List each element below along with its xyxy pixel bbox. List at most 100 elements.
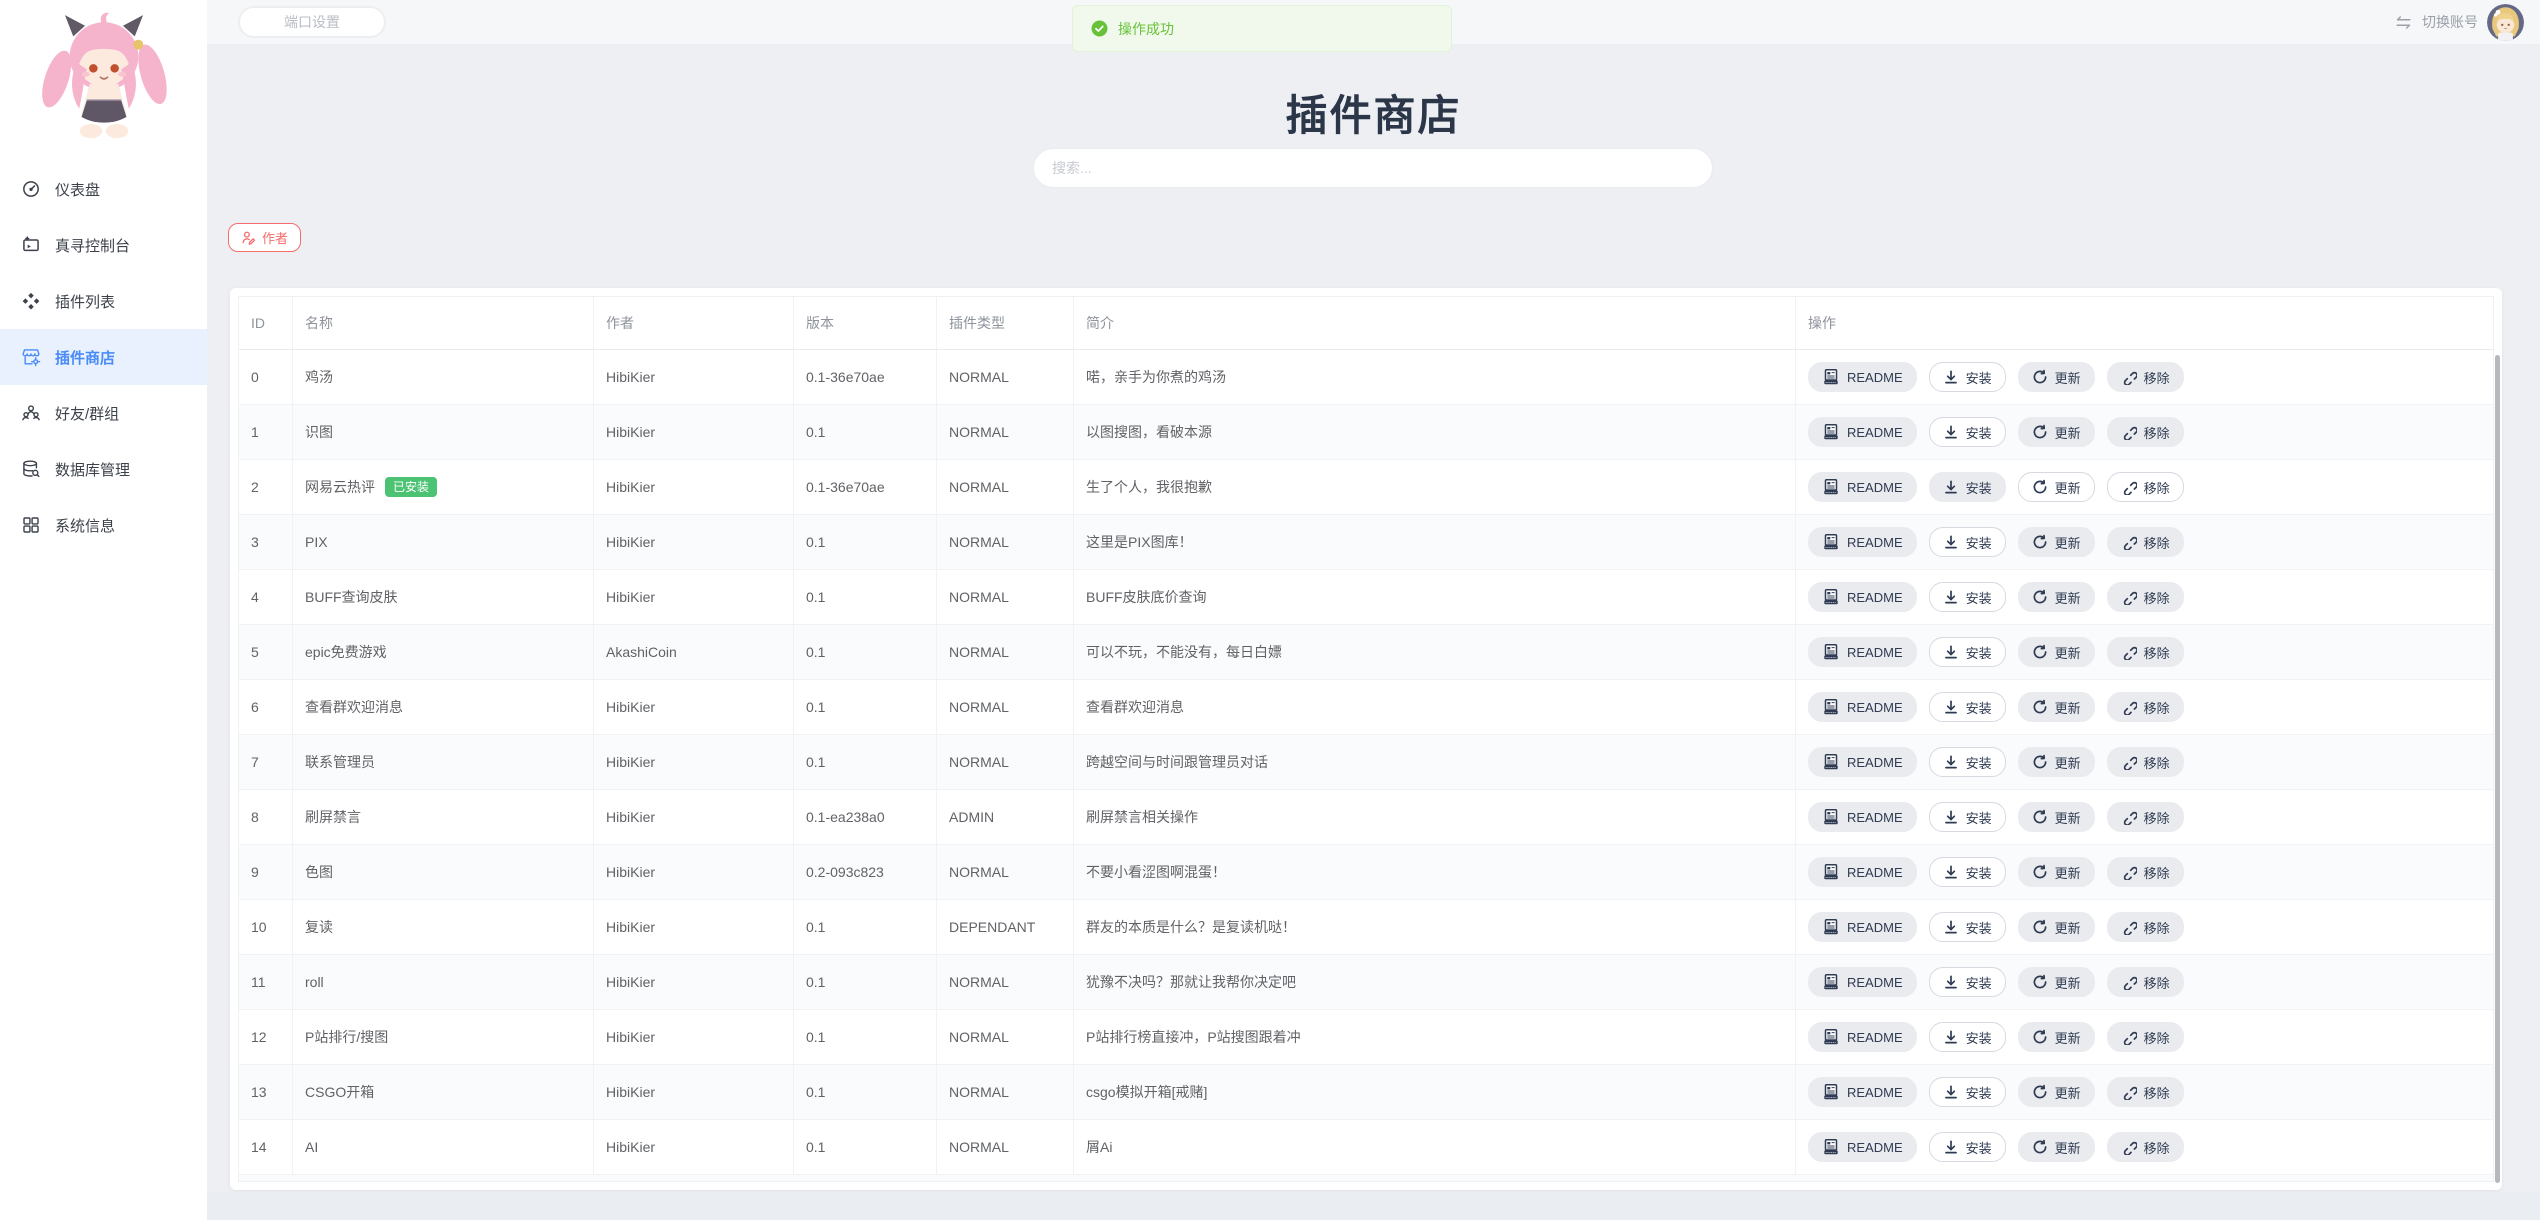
remove-button[interactable]: 移除 [2107, 362, 2184, 392]
readme-button[interactable]: README [1808, 472, 1917, 502]
cell-type: ADMIN [937, 790, 1074, 845]
remove-button[interactable]: 移除 [2107, 1022, 2184, 1052]
readme-button[interactable]: README [1808, 1022, 1917, 1052]
readme-button[interactable]: README [1808, 362, 1917, 392]
remove-button[interactable]: 移除 [2107, 1132, 2184, 1162]
update-button[interactable]: 更新 [2018, 967, 2095, 997]
update-button[interactable]: 更新 [2018, 637, 2095, 667]
readme-button[interactable]: README [1808, 802, 1917, 832]
remove-button[interactable]: 移除 [2107, 967, 2184, 997]
readme-button[interactable]: README [1808, 1132, 1917, 1162]
sidebar-item-system-info[interactable]: 系统信息 [0, 497, 207, 553]
install-button[interactable]: 安装 [1929, 362, 2006, 392]
install-button[interactable]: 安装 [1929, 912, 2006, 942]
cell-id: 4 [239, 570, 293, 625]
cell-name: P站排行/搜图 [293, 1010, 594, 1065]
search-input[interactable] [1033, 148, 1713, 188]
author-filter-button[interactable]: 作者 [228, 223, 301, 252]
sidebar-item-database[interactable]: 数据库管理 [0, 441, 207, 497]
remove-button[interactable]: 移除 [2107, 692, 2184, 722]
remove-button[interactable]: 移除 [2107, 1077, 2184, 1107]
readme-button[interactable]: README [1808, 637, 1917, 667]
remove-button[interactable]: 移除 [2107, 637, 2184, 667]
readme-label: README [1847, 1140, 1903, 1155]
cell-name: roll [293, 955, 594, 1010]
cell-id: 0 [239, 350, 293, 405]
install-button[interactable]: 安装 [1929, 967, 2006, 997]
update-button[interactable]: 更新 [2018, 582, 2095, 612]
plugin-name: 联系管理员 [305, 752, 375, 772]
logo-image [28, 8, 180, 150]
install-button[interactable]: 安装 [1929, 472, 2006, 502]
update-button[interactable]: 更新 [2018, 747, 2095, 777]
table-scrollbar[interactable] [2495, 355, 2500, 1183]
plugin-name: roll [305, 974, 324, 990]
readme-button[interactable]: README [1808, 857, 1917, 887]
remove-button[interactable]: 移除 [2107, 527, 2184, 557]
plugin-table-card: ID 名称 作者 版本 插件类型 简介 操作 0 鸡汤 HibiKier 0.1… [230, 288, 2502, 1190]
readme-button[interactable]: README [1808, 967, 1917, 997]
sidebar-item-dashboard[interactable]: 仪表盘 [0, 161, 207, 217]
remove-button[interactable]: 移除 [2107, 802, 2184, 832]
readme-button[interactable]: README [1808, 1077, 1917, 1107]
update-button[interactable]: 更新 [2018, 857, 2095, 887]
install-button[interactable]: 安装 [1929, 692, 2006, 722]
sidebar-item-plugin-store[interactable]: 插件商店 [0, 329, 207, 385]
readme-button[interactable]: README [1808, 912, 1917, 942]
readme-button[interactable]: README [1808, 692, 1917, 722]
cell-name: 网易云热评 已安装 [293, 460, 594, 515]
cell-name: PIX [293, 515, 594, 570]
install-button[interactable]: 安装 [1929, 417, 2006, 447]
update-button[interactable]: 更新 [2018, 802, 2095, 832]
readme-button[interactable]: README [1808, 582, 1917, 612]
install-button[interactable]: 安装 [1929, 1022, 2006, 1052]
readme-label: README [1847, 700, 1903, 715]
readme-icon [1822, 643, 1840, 661]
switch-account-button[interactable]: 切换账号 [2394, 0, 2524, 44]
update-button[interactable]: 更新 [2018, 527, 2095, 557]
cell-name: BUFF查询皮肤 [293, 570, 594, 625]
install-button[interactable]: 安装 [1929, 1132, 2006, 1162]
remove-button[interactable]: 移除 [2107, 912, 2184, 942]
sidebar-item-friends-groups[interactable]: 好友/群组 [0, 385, 207, 441]
cell-id: 7 [239, 735, 293, 790]
readme-button[interactable]: README [1808, 747, 1917, 777]
port-settings-button[interactable]: 端口设置 [238, 6, 386, 38]
avatar[interactable] [2487, 4, 2524, 41]
cell-type: DEPENDANT [937, 900, 1074, 955]
remove-button[interactable]: 移除 [2107, 472, 2184, 502]
refresh-icon [2032, 369, 2048, 385]
update-button[interactable]: 更新 [2018, 912, 2095, 942]
cell-version: 0.1 [794, 570, 937, 625]
install-button[interactable]: 安装 [1929, 582, 2006, 612]
update-button[interactable]: 更新 [2018, 1022, 2095, 1052]
cell-version: 0.1 [794, 680, 937, 735]
cell-author: HibiKier [594, 845, 794, 900]
sidebar-item-console[interactable]: 真寻控制台 [0, 217, 207, 273]
update-button[interactable]: 更新 [2018, 1077, 2095, 1107]
update-button[interactable]: 更新 [2018, 417, 2095, 447]
update-label: 更新 [2055, 753, 2081, 772]
install-button[interactable]: 安装 [1929, 1077, 2006, 1107]
remove-button[interactable]: 移除 [2107, 857, 2184, 887]
readme-button[interactable]: README [1808, 527, 1917, 557]
plugin-name: 网易云热评 [305, 477, 375, 497]
install-button[interactable]: 安装 [1929, 637, 2006, 667]
remove-button[interactable]: 移除 [2107, 747, 2184, 777]
update-button[interactable]: 更新 [2018, 1132, 2095, 1162]
cell-description: 查看群欢迎消息 [1074, 680, 1796, 735]
sidebar-item-plugin-list[interactable]: 插件列表 [0, 273, 207, 329]
update-button[interactable]: 更新 [2018, 472, 2095, 502]
update-button[interactable]: 更新 [2018, 362, 2095, 392]
install-button[interactable]: 安装 [1929, 802, 2006, 832]
cell-description: 屑Ai [1074, 1120, 1796, 1175]
install-button[interactable]: 安装 [1929, 747, 2006, 777]
cell-description: 可以不玩，不能没有，每日白嫖 [1074, 625, 1796, 680]
install-button[interactable]: 安装 [1929, 857, 2006, 887]
remove-button[interactable]: 移除 [2107, 582, 2184, 612]
install-button[interactable]: 安装 [1929, 527, 2006, 557]
readme-button[interactable]: README [1808, 417, 1917, 447]
remove-button[interactable]: 移除 [2107, 417, 2184, 447]
remove-label: 移除 [2144, 588, 2170, 607]
update-button[interactable]: 更新 [2018, 692, 2095, 722]
